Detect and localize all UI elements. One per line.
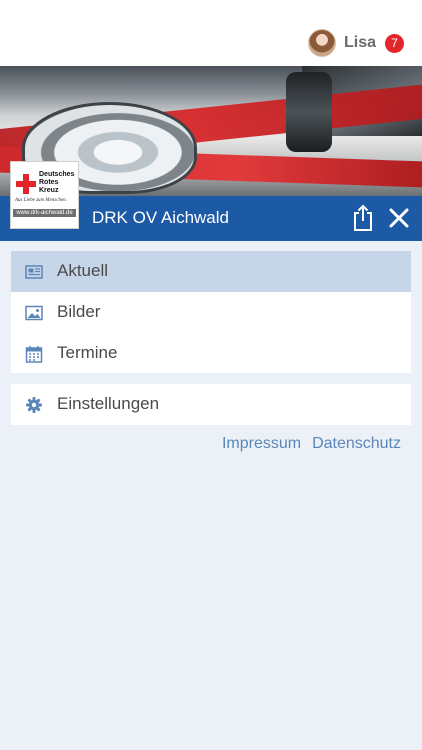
menu-item-termine[interactable]: Termine bbox=[11, 333, 411, 374]
logo-url: www.drk-aichwald.de bbox=[13, 209, 76, 217]
hero-mirror bbox=[286, 72, 332, 152]
page-title: DRK OV Aichwald bbox=[92, 208, 229, 227]
logo-slogan: Aus Liebe zum Menschen. bbox=[15, 198, 67, 203]
top-bar: Lisa 7 bbox=[0, 0, 422, 66]
user-profile[interactable]: Lisa 7 bbox=[307, 28, 404, 58]
image-icon bbox=[25, 305, 43, 321]
drk-logo: Deutsches Rotes Kreuz Aus Liebe zum Mens… bbox=[10, 161, 79, 229]
user-name[interactable]: Lisa bbox=[344, 34, 376, 52]
menu-item-aktuell[interactable]: Aktuell bbox=[11, 251, 411, 292]
menu-label-aktuell: Aktuell bbox=[57, 261, 109, 280]
close-button[interactable] bbox=[386, 205, 412, 231]
share-icon bbox=[354, 204, 372, 231]
notification-badge[interactable]: 7 bbox=[385, 33, 404, 53]
settings-menu: Einstellungen bbox=[11, 384, 411, 425]
impressum-link[interactable]: Impressum bbox=[222, 435, 301, 453]
menu-label-termine: Termine bbox=[57, 343, 118, 362]
newspaper-icon bbox=[25, 265, 43, 279]
menu-item-einstellungen[interactable]: Einstellungen bbox=[11, 384, 411, 425]
avatar[interactable] bbox=[307, 29, 336, 57]
footer-links: Impressum Datenschutz bbox=[222, 435, 401, 453]
logo-text: Deutsches Rotes Kreuz bbox=[39, 171, 75, 194]
share-button[interactable] bbox=[350, 204, 376, 232]
gear-icon bbox=[26, 397, 42, 413]
menu-item-bilder[interactable]: Bilder bbox=[11, 292, 411, 333]
menu-label-einstellungen: Einstellungen bbox=[57, 394, 160, 413]
datenschutz-link[interactable]: Datenschutz bbox=[312, 435, 401, 453]
menu-label-bilder: Bilder bbox=[57, 302, 101, 321]
main-menu: Aktuell Bilder Termine bbox=[11, 251, 411, 373]
close-icon bbox=[389, 208, 409, 228]
red-cross-icon bbox=[16, 174, 36, 194]
calendar-icon bbox=[25, 346, 43, 363]
